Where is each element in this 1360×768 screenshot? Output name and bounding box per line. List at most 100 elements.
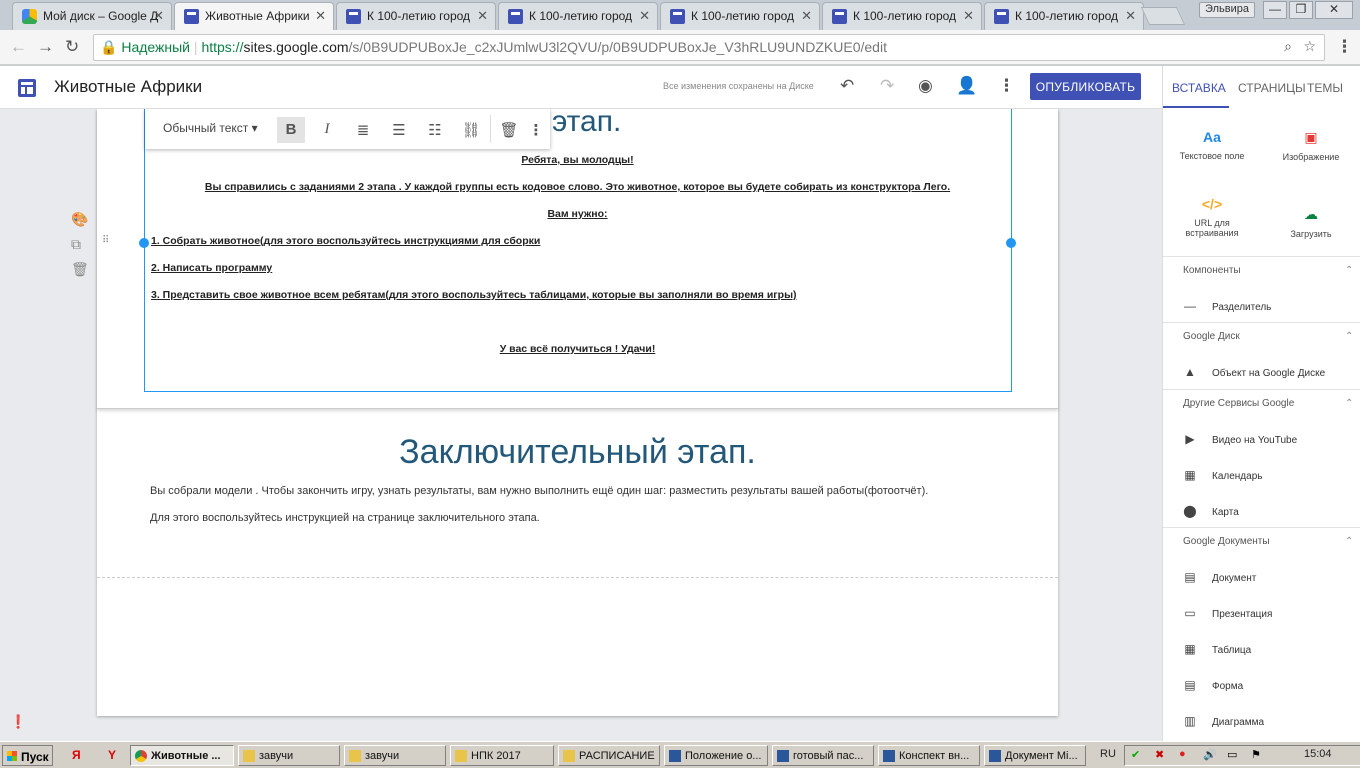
text-line[interactable]: Ребята, вы молодцы!	[145, 154, 1010, 166]
text-line[interactable]: Вам нужно:	[145, 208, 1010, 220]
yandex-icon[interactable]: Я	[72, 748, 81, 762]
taskbar-item-folder[interactable]: завучи	[344, 745, 446, 766]
minimize-icon[interactable]: —	[1263, 1, 1287, 19]
taskbar-item-word[interactable]: Конспект вн...	[878, 745, 980, 766]
tray-app-icon[interactable]: ●	[1179, 748, 1186, 760]
delete-trash-icon[interactable]: 🗑	[495, 117, 523, 143]
close-icon[interactable]: ✕	[477, 8, 488, 24]
text-line[interactable]: 2. Написать программу	[145, 262, 1010, 274]
panel-item-calendar[interactable]: ▦ Календарь	[1183, 468, 1262, 482]
collapse-chevron-icon[interactable]: ⌃	[1345, 331, 1353, 342]
maximize-icon[interactable]: ❐	[1289, 1, 1313, 19]
close-icon[interactable]: ✕	[801, 8, 812, 24]
section-heading[interactable]: Заключительный этап.	[97, 433, 1058, 472]
browser-tab-5[interactable]: К 100-летию город ✕	[660, 2, 820, 30]
zoom-icon[interactable]: ⌕	[1284, 38, 1292, 55]
panel-item-drive-object[interactable]: ▲ Объект на Google Диске	[1183, 365, 1325, 379]
text-line[interactable]: У вас всё получиться ! Удачи!	[145, 343, 1010, 355]
chrome-menu-icon[interactable]: ⋮	[1336, 37, 1353, 57]
taskbar-item-word[interactable]: Положение о...	[664, 745, 768, 766]
panel-item-presentation[interactable]: ▭ Презентация	[1183, 606, 1272, 620]
close-window-icon[interactable]: ✕	[1315, 1, 1353, 19]
text-line[interactable]: 1. Собрать животное(для этого воспользуй…	[145, 235, 1010, 247]
browser-tab-7[interactable]: К 100-летию город ✕	[984, 2, 1144, 30]
close-icon[interactable]: ✕	[963, 8, 974, 24]
section-title[interactable]: Google Диск	[1183, 331, 1240, 342]
selected-text-box[interactable]: Ребята, вы молодцы! Вы справились с зада…	[139, 109, 1016, 392]
paragraph[interactable]: Для этого воспользуйтесь инструкцией на …	[150, 512, 540, 524]
close-icon[interactable]: ✕	[315, 8, 326, 24]
paragraph-style-select[interactable]: Обычный текст ▾	[163, 121, 258, 135]
section-stage-3[interactable]: этап. Ребята, вы молодцы! Вы справились …	[97, 109, 1058, 409]
tab-insert[interactable]: ВСТАВКА	[1172, 81, 1226, 95]
more-vert-icon[interactable]: ⋮	[998, 76, 1015, 96]
reload-icon[interactable]: ↻	[65, 37, 79, 57]
user-profile-chip[interactable]: Эльвира	[1199, 2, 1255, 18]
section-title[interactable]: Google Документы	[1183, 536, 1270, 547]
publish-button[interactable]: ОПУБЛИКОВАТЬ	[1030, 73, 1141, 100]
new-tab-button[interactable]	[1140, 7, 1186, 25]
back-icon[interactable]: ←	[10, 37, 27, 57]
site-title[interactable]: Животные Африки	[54, 77, 202, 97]
browser-tab-active[interactable]: Животные Африки ✕	[174, 2, 334, 31]
link-icon[interactable]: ⛓	[457, 117, 485, 143]
align-justify-icon[interactable]: ≣	[349, 117, 377, 143]
copy-section-icon[interactable]: ⧉	[71, 236, 81, 253]
numbered-list-icon[interactable]: ☰	[385, 117, 413, 143]
panel-item-form[interactable]: ▤ Форма	[1183, 678, 1243, 692]
panel-item-chart[interactable]: ▥ Диаграмма	[1183, 714, 1264, 728]
insert-embed-button[interactable]: </> URL для встраивания	[1167, 196, 1257, 238]
close-icon[interactable]: ✕	[639, 8, 650, 24]
taskbar-item-folder[interactable]: завучи	[238, 745, 340, 766]
star-icon[interactable]: ☆	[1303, 38, 1316, 55]
volume-icon[interactable]: 🔊	[1203, 748, 1217, 761]
address-bar[interactable]: 🔒 Надежный | https://sites.google.com/s/…	[93, 34, 1325, 61]
section-title[interactable]: Другие Сервисы Google	[1183, 398, 1294, 409]
taskbar-item-chrome[interactable]: Животные ...	[130, 745, 234, 766]
panel-item-spreadsheet[interactable]: ▦ Таблица	[1183, 642, 1251, 656]
forward-icon[interactable]: →	[37, 37, 54, 57]
share-add-person-icon[interactable]: 👤	[956, 76, 977, 96]
redo-icon[interactable]: ↷	[880, 76, 894, 96]
network-icon[interactable]: ✖	[1155, 748, 1164, 761]
drag-handle-icon[interactable]: ⠿	[102, 235, 109, 246]
flag-icon[interactable]: ⚑	[1251, 748, 1261, 761]
collapse-chevron-icon[interactable]: ⌃	[1345, 536, 1353, 547]
panel-item-document[interactable]: ▤ Документ	[1183, 570, 1256, 584]
preview-eye-icon[interactable]: ◉	[918, 76, 933, 96]
insert-image-button[interactable]: ▣ Изображение	[1266, 129, 1356, 162]
close-icon[interactable]: ✕	[1125, 8, 1136, 24]
google-sites-logo-icon[interactable]	[18, 79, 36, 97]
section-title[interactable]: Компоненты	[1183, 265, 1241, 276]
panel-item-divider[interactable]: — Разделитель	[1183, 299, 1271, 313]
bold-button[interactable]: B	[277, 117, 305, 143]
insert-textbox-button[interactable]: Aa Текстовое поле	[1167, 129, 1257, 161]
taskbar-item-word[interactable]: готовый пас...	[772, 745, 874, 766]
close-icon[interactable]: ✕	[153, 8, 164, 24]
tab-themes[interactable]: ТЕМЫ	[1307, 81, 1343, 95]
undo-icon[interactable]: ↶	[840, 76, 854, 96]
display-icon[interactable]: ▭	[1227, 748, 1237, 761]
bulleted-list-icon[interactable]: ☷	[421, 117, 449, 143]
feedback-icon[interactable]: ❗	[10, 714, 26, 730]
yandex-browser-icon[interactable]: Y	[108, 748, 116, 762]
browser-tab-drive[interactable]: Мой диск – Google Д ✕	[12, 2, 172, 30]
taskbar-item-folder[interactable]: НПК 2017	[450, 745, 554, 766]
antivirus-icon[interactable]: ✔	[1131, 748, 1140, 761]
collapse-chevron-icon[interactable]: ⌃	[1345, 265, 1353, 276]
taskbar-item-word[interactable]: Документ Mi...	[984, 745, 1086, 766]
browser-tab-6[interactable]: К 100-летию город ✕	[822, 2, 982, 30]
delete-section-icon[interactable]: 🗑	[71, 261, 89, 278]
language-indicator[interactable]: RU	[1100, 748, 1116, 760]
taskbar-item-folder[interactable]: РАСПИСАНИЕ	[558, 745, 660, 766]
paragraph[interactable]: Вы собрали модели . Чтобы закончить игру…	[150, 485, 928, 497]
tab-pages[interactable]: СТРАНИЦЫ	[1238, 81, 1306, 95]
start-button[interactable]: Пуск	[2, 745, 53, 766]
insert-upload-button[interactable]: ☁ Загрузить	[1266, 206, 1356, 239]
italic-button[interactable]: I	[313, 117, 341, 143]
text-line[interactable]: Вы справились с заданиями 2 этапа . У ка…	[145, 181, 1010, 193]
collapse-chevron-icon[interactable]: ⌃	[1345, 398, 1353, 409]
browser-tab-4[interactable]: К 100-летию город ✕	[498, 2, 658, 30]
text-line[interactable]: 3. Представить свое животное всем ребята…	[145, 289, 1010, 301]
more-vert-icon[interactable]: ⋮	[522, 117, 550, 143]
